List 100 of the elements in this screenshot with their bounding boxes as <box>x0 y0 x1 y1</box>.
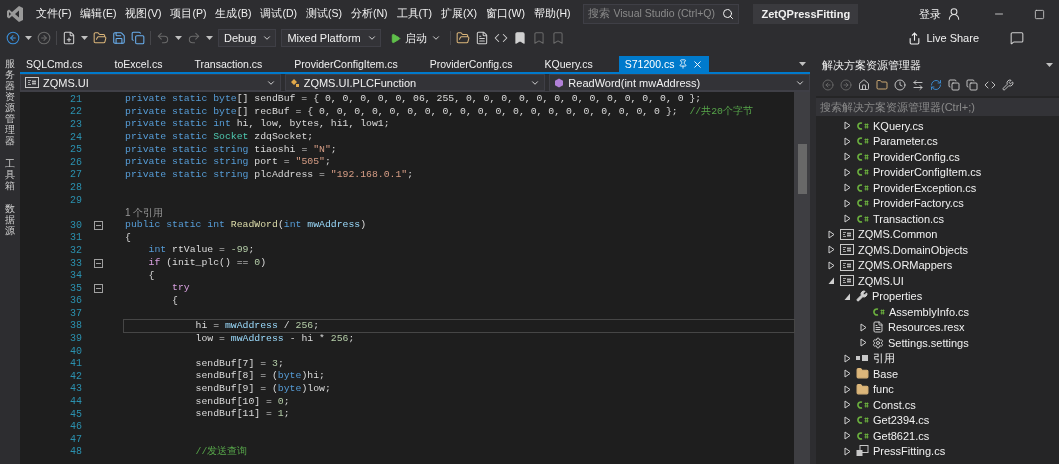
start-button[interactable]: 启动 <box>385 30 445 46</box>
sync-icon[interactable] <box>912 79 924 91</box>
reference-count[interactable]: 1 个引用 <box>125 205 164 220</box>
caret-icon[interactable] <box>206 36 213 40</box>
file-tab[interactable]: toExcel.cs <box>108 56 169 72</box>
expander-icon[interactable] <box>859 322 867 332</box>
tree-item[interactable]: Get2394.cs <box>873 414 930 427</box>
save-icon[interactable] <box>112 31 126 45</box>
expander-icon[interactable] <box>827 276 835 286</box>
expander-icon[interactable] <box>843 121 851 131</box>
expander-icon[interactable] <box>843 152 851 162</box>
project-dropdown[interactable]: ZQMS.UI <box>20 74 281 91</box>
platform-dropdown[interactable]: Mixed Platform <box>281 29 381 47</box>
back-icon[interactable] <box>6 31 20 45</box>
menu-item[interactable]: 窗口(W) <box>482 4 529 24</box>
close-icon[interactable] <box>692 58 704 70</box>
tree-item[interactable]: 引用 <box>873 350 895 366</box>
redo-icon[interactable] <box>187 31 201 45</box>
expander-icon[interactable] <box>827 229 835 239</box>
collapse-icon[interactable] <box>93 283 103 293</box>
account-icon[interactable] <box>947 7 961 21</box>
tree-item[interactable]: ProviderConfig.cs <box>873 150 960 163</box>
feedback-icon[interactable] <box>1010 31 1024 45</box>
file-tab[interactable]: SQLCmd.cs <box>20 56 89 72</box>
side-tab[interactable]: 服务器资源管理器 <box>5 58 15 146</box>
maximize-icon[interactable] <box>1033 8 1045 20</box>
caret-icon[interactable] <box>25 36 32 40</box>
collapse-icon[interactable] <box>93 220 103 230</box>
expander-icon[interactable] <box>859 338 867 348</box>
search-field[interactable]: 搜索解决方案资源管理器(Ctrl+;) <box>816 98 1059 116</box>
tree-item[interactable]: func <box>873 383 894 396</box>
tree-item[interactable]: AssemblyInfo.cs <box>889 305 970 318</box>
file-tab[interactable]: KQuery.cs <box>538 56 599 72</box>
tree-item[interactable]: Get8621.cs <box>873 429 930 442</box>
sign-in-link[interactable]: 登录 <box>919 6 941 22</box>
tree-item[interactable]: Base <box>873 367 899 380</box>
caret-icon[interactable] <box>1046 63 1053 67</box>
tree-item[interactable]: Settings.settings <box>888 336 969 349</box>
configuration-dropdown[interactable]: Debug <box>218 29 277 47</box>
tree-item[interactable]: ProviderException.cs <box>873 181 977 194</box>
tree-item[interactable]: ZQMS.ORMappers <box>858 259 953 272</box>
menu-item[interactable]: 分析(N) <box>347 4 392 24</box>
search-field[interactable]: 搜索 Visual Studio (Ctrl+Q) <box>583 4 740 24</box>
code-icon[interactable] <box>984 79 996 91</box>
expander-icon[interactable] <box>843 198 851 208</box>
tree-item[interactable]: Resources.resx <box>888 321 965 334</box>
expander-icon[interactable] <box>843 136 851 146</box>
menu-item[interactable]: 工具(T) <box>392 4 436 24</box>
search-icon[interactable] <box>722 8 735 20</box>
file-tab[interactable]: ProviderConfigItem.cs <box>288 56 404 72</box>
tree-item[interactable]: ZQMS.UI <box>858 274 904 287</box>
expander-icon[interactable] <box>843 291 851 301</box>
expander-icon[interactable] <box>827 245 835 255</box>
menu-item[interactable]: 项目(P) <box>166 4 211 24</box>
menu-item[interactable]: 视图(V) <box>121 4 166 24</box>
expander-icon[interactable] <box>843 431 851 441</box>
side-tab[interactable]: 数据源 <box>5 203 15 236</box>
expander-icon[interactable] <box>843 353 851 363</box>
file-tab[interactable]: Transaction.cs <box>188 56 269 72</box>
menu-item[interactable]: 帮助(H) <box>529 4 575 24</box>
tree-item[interactable]: ProviderConfigItem.cs <box>873 166 982 179</box>
menu-item[interactable]: 文件(F) <box>32 4 76 24</box>
side-tab[interactable]: 工具箱 <box>5 158 15 191</box>
tree-item[interactable]: PressFitting.cs <box>873 445 946 458</box>
home-icon[interactable] <box>858 79 870 91</box>
expander-icon[interactable] <box>843 446 851 456</box>
menu-item[interactable]: 编辑(E) <box>76 4 121 24</box>
undo-icon[interactable] <box>156 31 170 45</box>
tree-item[interactable]: Const.cs <box>873 398 916 411</box>
scrollbar[interactable] <box>794 92 810 464</box>
menu-item[interactable]: 测试(S) <box>302 4 346 24</box>
tree-item[interactable]: ZQMS.Common <box>858 228 938 241</box>
menu-item[interactable]: 生成(B) <box>211 4 256 24</box>
pin-icon[interactable] <box>678 59 689 69</box>
caret-icon[interactable] <box>81 36 88 40</box>
type-dropdown[interactable]: ZQMS.UI.PLCFunction <box>284 74 546 91</box>
tree-item[interactable]: ZQMS.DomainObjects <box>858 243 969 256</box>
tree-item[interactable]: Properties <box>872 290 923 303</box>
bookmark-icon[interactable] <box>512 31 527 45</box>
tree-item[interactable]: Parameter.cs <box>873 135 938 148</box>
tree-item[interactable]: ProviderFactory.cs <box>873 197 964 210</box>
refresh-icon[interactable] <box>930 79 942 91</box>
file-tab[interactable]: ProviderConfig.cs <box>423 56 519 72</box>
collapse-icon[interactable] <box>93 258 103 268</box>
new-item-icon[interactable] <box>62 31 76 45</box>
menu-item[interactable]: 扩展(X) <box>437 4 481 24</box>
expander-icon[interactable] <box>843 167 851 177</box>
tree-item[interactable]: KQuery.cs <box>873 119 924 132</box>
properties-icon[interactable] <box>1002 79 1014 91</box>
live-share-button[interactable]: Live Share <box>902 31 985 45</box>
expander-icon[interactable] <box>827 260 835 270</box>
expander-icon[interactable] <box>843 183 851 193</box>
expander-icon[interactable] <box>843 415 851 425</box>
open-folder-icon[interactable] <box>93 31 107 45</box>
caret-icon[interactable] <box>799 62 806 66</box>
expander-icon[interactable] <box>843 384 851 394</box>
tree-item[interactable]: Transaction.cs <box>873 212 945 225</box>
member-dropdown[interactable]: ReadWord(int mwAddress) <box>549 74 810 91</box>
expander-icon[interactable] <box>843 369 851 379</box>
menu-item[interactable]: 调试(D) <box>256 4 301 24</box>
